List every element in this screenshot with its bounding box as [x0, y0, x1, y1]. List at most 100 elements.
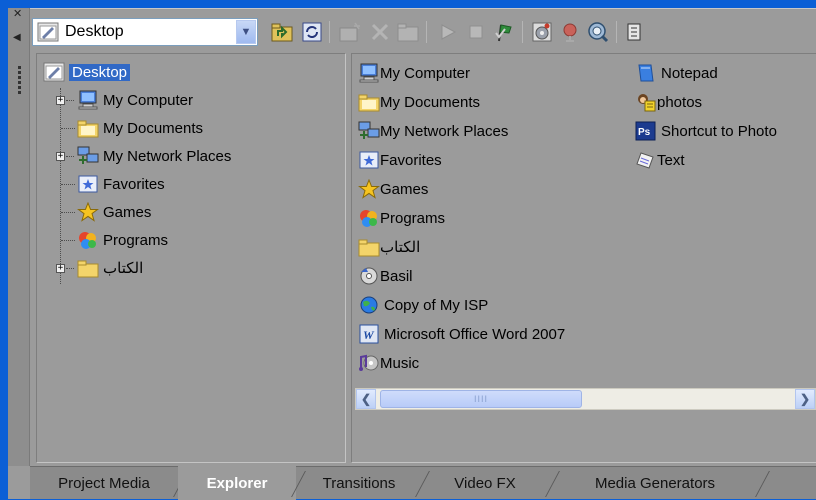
list-item[interactable]: photos [635, 89, 702, 115]
tree-item-label: Favorites [103, 175, 165, 193]
location-combo[interactable]: Desktop ▼ [32, 18, 258, 46]
up-folder-button[interactable] [270, 20, 294, 44]
list-item-label: Notepad [661, 64, 718, 82]
auto-preview-icon [495, 24, 512, 42]
list-view-icon [627, 23, 641, 41]
svg-text:W: W [363, 328, 375, 342]
folder-button[interactable] [396, 20, 420, 44]
globe-icon [360, 296, 378, 314]
expand-icon[interactable]: + [56, 152, 65, 161]
list-item[interactable]: Ps Shortcut to Photo [635, 118, 777, 144]
list-item[interactable]: Basil [358, 263, 413, 289]
scroll-right-icon[interactable]: ❯ [795, 389, 815, 409]
word-document-icon: W [359, 324, 379, 344]
folder-icon [358, 94, 380, 112]
play-button[interactable] [436, 20, 460, 44]
list-item-label: My Documents [380, 93, 481, 111]
list-item-label: Text [657, 151, 685, 169]
text-file-icon [636, 152, 654, 169]
list-item-label: Copy of My ISP [384, 296, 489, 314]
scroll-thumb[interactable]: IIII [380, 390, 582, 408]
delete-icon [371, 23, 389, 41]
list-item[interactable]: Music [358, 350, 419, 376]
close-icon[interactable]: ✕ [13, 8, 22, 19]
horizontal-scrollbar[interactable]: ❮ IIII ❯ [355, 388, 816, 410]
list-item[interactable]: Notepad [635, 60, 718, 86]
tab-explorer[interactable]: Explorer [178, 466, 296, 500]
more-button[interactable] [622, 20, 646, 44]
tree-item-my-documents[interactable]: My Documents [77, 116, 203, 140]
location-value: Desktop [65, 23, 124, 40]
stop-button[interactable] [464, 20, 488, 44]
tree-item-label: My Computer [103, 91, 194, 109]
network-places-icon [77, 146, 99, 164]
expand-icon[interactable]: + [56, 96, 65, 105]
network-places-icon [358, 121, 380, 139]
chevron-down-icon[interactable]: ▼ [236, 20, 256, 44]
tree-item-label: Programs [103, 231, 169, 249]
programs-icon [360, 210, 377, 227]
new-folder-button[interactable] [338, 20, 362, 44]
tab-video-fx[interactable]: Video FX [420, 467, 550, 500]
tree-item-label: Games [103, 203, 152, 221]
desktop-icon [43, 62, 65, 82]
list-item-label: Programs [380, 209, 446, 227]
collapse-arrow-icon[interactable]: ◀ [13, 32, 21, 43]
delete-button[interactable] [368, 20, 392, 44]
toolbar: Desktop ▼ [30, 12, 816, 52]
tab-project-media[interactable]: Project Media [30, 467, 178, 500]
computer-icon [78, 90, 98, 110]
tree-item-label: My Network Places [103, 147, 232, 165]
views-icon [588, 22, 609, 43]
list-item[interactable]: Copy of My ISP [358, 292, 488, 318]
list-item[interactable]: My Computer [358, 60, 470, 86]
refresh-button[interactable] [300, 20, 324, 44]
folder-icon [77, 120, 99, 138]
tree-item-programs[interactable]: Programs [77, 228, 168, 252]
tree-item-my-network-places[interactable]: My Network Places [77, 144, 231, 168]
tree-item-desktop[interactable]: Desktop [43, 60, 131, 84]
list-item-label: Favorites [380, 151, 442, 169]
folder-icon [397, 23, 419, 42]
tree-item-label: Desktop [69, 63, 131, 81]
new-folder-icon [339, 22, 360, 42]
list-item[interactable]: Favorites [358, 147, 442, 173]
notepad-icon [638, 64, 654, 82]
list-item-label: Shortcut to Photo [661, 122, 777, 140]
list-item-label: Microsoft Office Word 2007 [384, 325, 566, 343]
favorites-icon [359, 151, 379, 169]
refresh-icon [302, 22, 322, 42]
folder-icon [358, 239, 380, 257]
tree-item-favorites[interactable]: Favorites [77, 172, 165, 196]
tree-item-games[interactable]: Games [77, 200, 151, 224]
scroll-left-icon[interactable]: ❮ [356, 389, 376, 409]
auto-preview-button[interactable] [492, 20, 516, 44]
list-item[interactable]: الكتاب [358, 234, 420, 260]
views-button[interactable] [586, 20, 610, 44]
scroll-grip: IIII [473, 394, 488, 404]
list-item-label: Music [380, 354, 420, 372]
tree-item-label: الكتاب [103, 260, 144, 277]
tree-item-my-computer[interactable]: My Computer [77, 88, 193, 112]
computer-icon [359, 63, 379, 83]
list-item[interactable]: Games [358, 176, 428, 202]
expand-icon[interactable]: + [56, 264, 65, 273]
photos-icon [638, 94, 656, 112]
list-item[interactable]: My Network Places [358, 118, 508, 144]
list-item[interactable]: W Microsoft Office Word 2007 [358, 321, 565, 347]
list-item-label: Basil [380, 267, 413, 285]
record-button[interactable] [558, 20, 582, 44]
folder-tree[interactable]: Desktop + My Computer My Documents + My … [36, 53, 346, 463]
star-icon [77, 202, 99, 222]
list-item[interactable]: Programs [358, 205, 445, 231]
tree-item-arabic-folder[interactable]: الكتاب [77, 256, 143, 280]
drag-grip-icon[interactable] [18, 66, 21, 96]
list-item[interactable]: My Documents [358, 89, 480, 115]
tab-transitions[interactable]: Transitions [298, 467, 420, 500]
list-item[interactable]: Text [635, 147, 685, 173]
tree-item-label: My Documents [103, 119, 204, 137]
media-info-button[interactable] [530, 20, 554, 44]
tab-media-generators[interactable]: Media Generators [550, 467, 760, 500]
stop-icon [469, 25, 483, 39]
media-info-icon [532, 22, 552, 42]
